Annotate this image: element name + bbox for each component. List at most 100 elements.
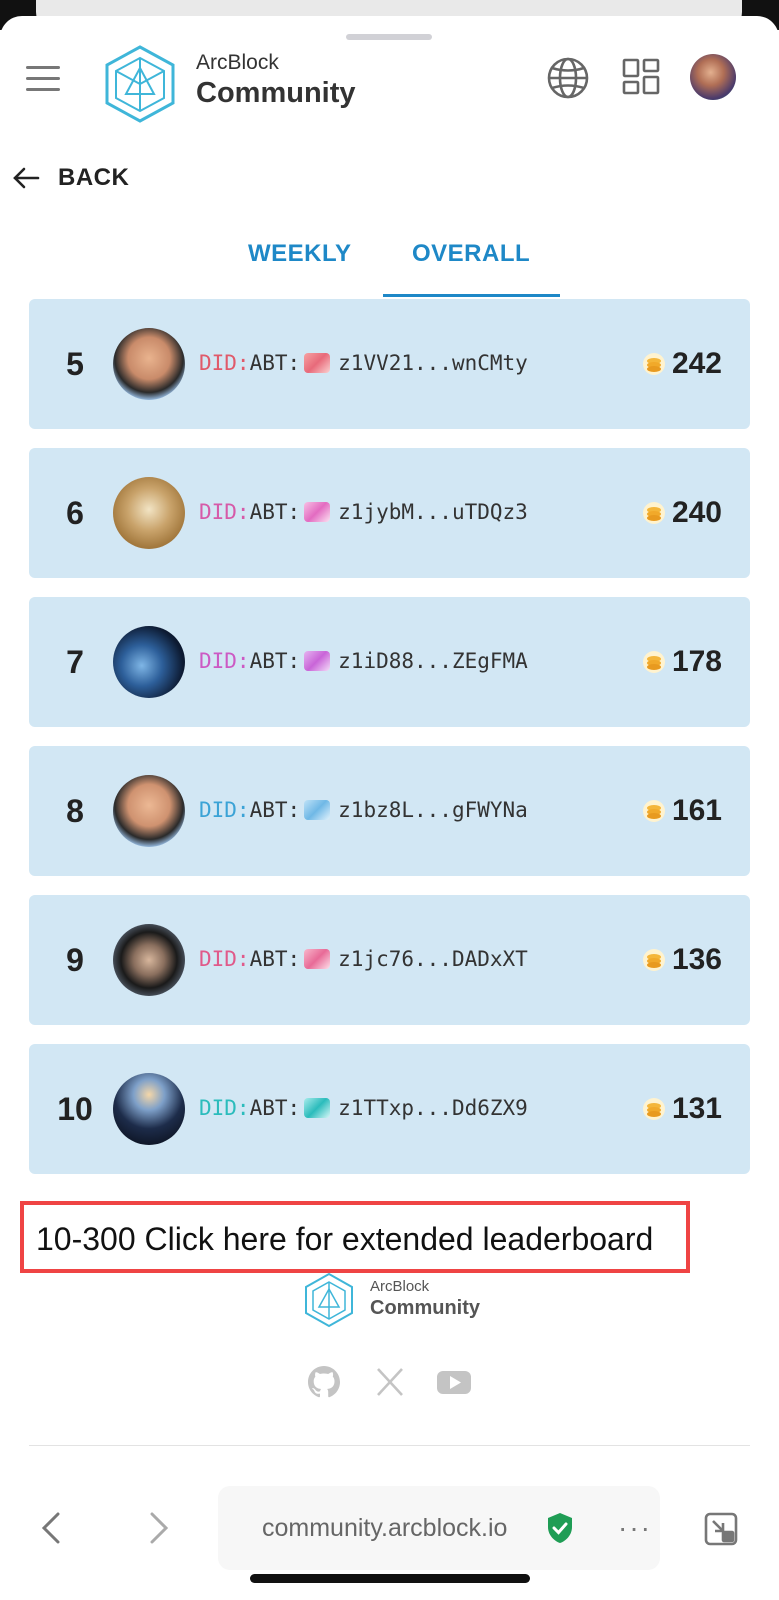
rank-number: 8 bbox=[66, 793, 84, 829]
user-avatar[interactable] bbox=[690, 54, 736, 100]
score-value: 240 bbox=[671, 496, 722, 529]
url-text: community.arcblock.io bbox=[262, 1514, 508, 1542]
coin-icon bbox=[642, 949, 665, 971]
score-value: 136 bbox=[671, 943, 722, 976]
score: 161 bbox=[642, 746, 722, 876]
coin-icon bbox=[642, 1098, 665, 1120]
user-avatar[interactable] bbox=[113, 775, 185, 847]
did-address[interactable]: DID: ABT: z1iD88...ZEgFMA bbox=[199, 649, 528, 673]
did-badge-icon bbox=[304, 502, 331, 522]
extended-leaderboard-link[interactable]: 10-300 Click here for extended leaderboa… bbox=[20, 1201, 690, 1273]
score: 240 bbox=[642, 448, 722, 578]
did-address[interactable]: DID: ABT: z1VV21...wnCMty bbox=[199, 351, 528, 375]
footer-logo-brand: ArcBlock bbox=[370, 1278, 430, 1295]
rank-number: 9 bbox=[66, 942, 84, 978]
score: 136 bbox=[642, 895, 722, 1025]
extended-leaderboard-label: 10-300 Click here for extended leaderboa… bbox=[36, 1221, 654, 1257]
tab-weekly[interactable]: WEEKLY bbox=[248, 240, 351, 268]
score: 178 bbox=[642, 597, 722, 727]
did-type: ABT: bbox=[249, 500, 301, 524]
github-icon[interactable] bbox=[306, 1364, 342, 1400]
browser-forward-icon[interactable] bbox=[144, 1510, 172, 1546]
leaderboard-list: 5 DID: ABT: z1VV21...wnCMty 242 6 DID: A… bbox=[29, 299, 750, 1193]
did-prefix: DID: bbox=[199, 798, 250, 822]
did-prefix: DID: bbox=[199, 947, 250, 971]
app-header: ArcBlock Community bbox=[0, 44, 779, 144]
leaderboard-row[interactable]: 9 DID: ABT: z1jc76...DADxXT 136 bbox=[29, 895, 750, 1025]
did-badge-icon bbox=[304, 800, 331, 820]
score: 131 bbox=[642, 1044, 722, 1174]
did-value: z1iD88...ZEgFMA bbox=[338, 649, 528, 673]
apps-grid-icon[interactable] bbox=[622, 58, 662, 98]
leaderboard-row[interactable]: 5 DID: ABT: z1VV21...wnCMty 242 bbox=[29, 299, 750, 429]
did-value: z1jybM...uTDQz3 bbox=[338, 500, 528, 524]
did-badge-icon bbox=[304, 1098, 331, 1118]
rank-number: 5 bbox=[66, 346, 84, 382]
did-prefix: DID: bbox=[199, 500, 250, 524]
rank-number: 10 bbox=[57, 1091, 93, 1127]
home-indicator bbox=[250, 1574, 530, 1583]
user-avatar[interactable] bbox=[113, 477, 185, 549]
user-avatar[interactable] bbox=[113, 328, 185, 400]
did-address[interactable]: DID: ABT: z1bz8L...gFWYNa bbox=[199, 798, 528, 822]
did-type: ABT: bbox=[249, 649, 301, 673]
coin-icon bbox=[642, 502, 665, 524]
did-value: z1jc76...DADxXT bbox=[338, 947, 528, 971]
picture-in-picture-icon[interactable] bbox=[704, 1512, 738, 1546]
logo-brand: ArcBlock bbox=[196, 51, 279, 74]
did-badge-icon bbox=[304, 353, 331, 373]
back-label: BACK bbox=[58, 164, 130, 191]
user-avatar[interactable] bbox=[113, 1073, 185, 1145]
browser-back-icon[interactable] bbox=[38, 1510, 66, 1546]
address-bar[interactable]: community.arcblock.io bbox=[218, 1486, 660, 1570]
rank-number: 7 bbox=[66, 644, 84, 680]
did-badge-icon bbox=[304, 949, 331, 969]
youtube-icon[interactable] bbox=[436, 1364, 472, 1400]
arrow-left-icon bbox=[13, 167, 40, 189]
leaderboard-row[interactable]: 6 DID: ABT: z1jybM...uTDQz3 240 bbox=[29, 448, 750, 578]
more-options-icon[interactable]: ··· bbox=[618, 1512, 652, 1544]
did-type: ABT: bbox=[249, 351, 301, 375]
sheet-grabber[interactable] bbox=[346, 34, 432, 40]
footer-logo-text[interactable]: ArcBlock Community bbox=[370, 1278, 480, 1320]
tab-overall[interactable]: OVERALL bbox=[412, 240, 530, 268]
did-address[interactable]: DID: ABT: z1jc76...DADxXT bbox=[199, 947, 528, 971]
user-avatar[interactable] bbox=[113, 626, 185, 698]
did-prefix: DID: bbox=[199, 1096, 250, 1120]
did-address[interactable]: DID: ABT: z1jybM...uTDQz3 bbox=[199, 500, 528, 524]
footer-divider bbox=[29, 1445, 750, 1446]
score-value: 178 bbox=[671, 645, 722, 678]
score-value: 242 bbox=[671, 347, 722, 380]
did-type: ABT: bbox=[249, 947, 301, 971]
coin-icon bbox=[642, 353, 665, 375]
did-type: ABT: bbox=[249, 1096, 301, 1120]
globe-icon[interactable] bbox=[546, 56, 590, 100]
leaderboard-row[interactable]: 10 DID: ABT: z1TTxp...Dd6ZX9 131 bbox=[29, 1044, 750, 1174]
score: 242 bbox=[642, 299, 722, 429]
coin-icon bbox=[642, 651, 665, 673]
did-value: z1VV21...wnCMty bbox=[338, 351, 528, 375]
did-prefix: DID: bbox=[199, 351, 250, 375]
logo-text[interactable]: ArcBlock Community bbox=[196, 50, 356, 110]
x-icon[interactable] bbox=[372, 1364, 408, 1400]
score-value: 161 bbox=[671, 794, 722, 827]
active-tab-indicator bbox=[383, 294, 560, 297]
did-value: z1TTxp...Dd6ZX9 bbox=[338, 1096, 528, 1120]
did-address[interactable]: DID: ABT: z1TTxp...Dd6ZX9 bbox=[199, 1096, 528, 1120]
leaderboard-row[interactable]: 8 DID: ABT: z1bz8L...gFWYNa 161 bbox=[29, 746, 750, 876]
rank-number: 6 bbox=[66, 495, 84, 531]
arcblock-logo-icon[interactable] bbox=[304, 1272, 354, 1328]
arcblock-logo-icon[interactable] bbox=[104, 44, 176, 124]
score-value: 131 bbox=[671, 1092, 722, 1125]
leaderboard-row[interactable]: 7 DID: ABT: z1iD88...ZEgFMA 178 bbox=[29, 597, 750, 727]
footer-logo-product: Community bbox=[370, 1297, 480, 1319]
logo-product: Community bbox=[196, 77, 356, 109]
menu-icon[interactable] bbox=[26, 66, 60, 94]
did-prefix: DID: bbox=[199, 649, 250, 673]
verified-shield-icon bbox=[548, 1513, 572, 1543]
did-type: ABT: bbox=[249, 798, 301, 822]
did-value: z1bz8L...gFWYNa bbox=[338, 798, 528, 822]
user-avatar[interactable] bbox=[113, 924, 185, 996]
back-button[interactable]: BACK bbox=[12, 160, 129, 196]
did-badge-icon bbox=[304, 651, 331, 671]
